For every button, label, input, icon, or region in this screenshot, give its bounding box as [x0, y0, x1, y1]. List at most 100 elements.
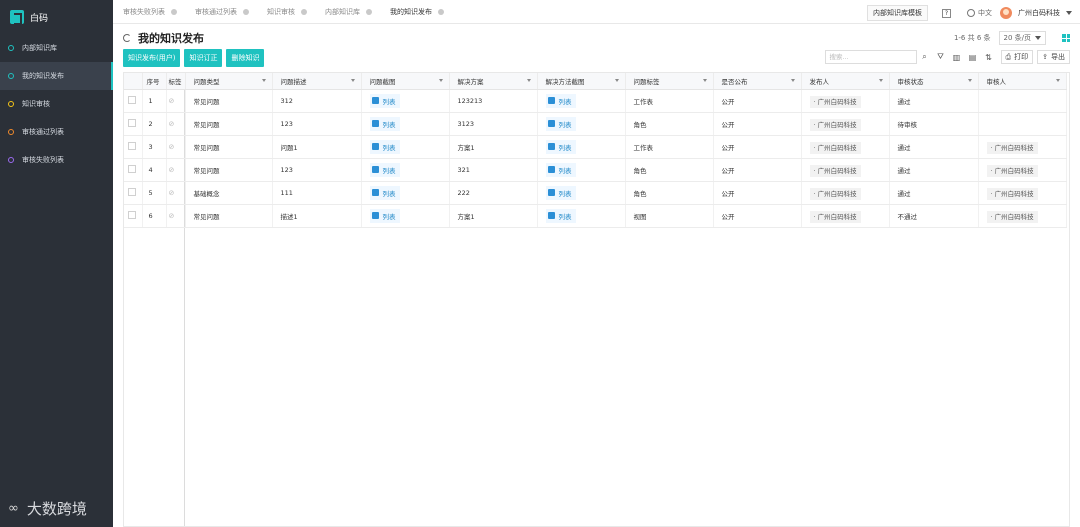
sidebar-item-4[interactable]: 审核失败列表	[0, 146, 113, 174]
image-list-tag[interactable]: 列表	[545, 162, 576, 177]
close-icon[interactable]	[301, 8, 307, 15]
image-list-tag[interactable]: 列表	[369, 116, 400, 131]
cell-status: 不通过	[889, 204, 979, 228]
column-header[interactable]: 问题截图	[361, 73, 450, 90]
action-button-2[interactable]: 删除知识	[226, 49, 265, 67]
paperclip-icon[interactable]: ⊘	[169, 120, 175, 128]
column-header[interactable]: 解决方法截图	[537, 73, 626, 90]
language-switch[interactable]: 中文	[967, 8, 992, 18]
paperclip-icon[interactable]: ⊘	[169, 97, 175, 105]
column-header[interactable]: 问题类型	[185, 73, 273, 90]
export-button[interactable]: ⇪ 导出	[1037, 50, 1070, 64]
close-icon[interactable]	[438, 8, 444, 15]
caret-down-icon[interactable]	[261, 79, 266, 82]
image-list-tag[interactable]: 列表	[369, 208, 400, 223]
caret-down-icon[interactable]	[438, 79, 443, 82]
sidebar-item-1[interactable]: 我的知识发布	[0, 62, 113, 90]
image-list-tag[interactable]: 列表	[369, 185, 400, 200]
caret-down-icon[interactable]	[526, 79, 531, 82]
tab-0[interactable]: 审核失败列表	[123, 7, 177, 17]
sidebar-item-0[interactable]: 内部知识库	[0, 34, 113, 62]
sidebar-item-2[interactable]: 知识审核	[0, 90, 113, 118]
image-list-tag[interactable]: 列表	[545, 116, 576, 131]
tag-label: 列表	[558, 120, 572, 129]
help-icon[interactable]: ?	[942, 8, 951, 18]
watermark-text: 大数跨境	[26, 500, 87, 518]
cell-label: 角色	[625, 158, 714, 182]
print-button[interactable]: ⎙ 打印	[1000, 50, 1034, 64]
paperclip-icon[interactable]: ⊘	[169, 143, 175, 151]
image-list-tag[interactable]: 列表	[369, 139, 400, 154]
column-header[interactable]: 审核状态	[889, 73, 979, 90]
paperclip-icon[interactable]: ⊘	[169, 212, 175, 220]
row-checkbox[interactable]	[128, 141, 136, 150]
group-icon[interactable]: ▤	[965, 50, 981, 64]
image-list-tag[interactable]: 列表	[545, 185, 576, 200]
image-list-tag[interactable]: 列表	[545, 139, 576, 154]
tab-4[interactable]: 我的知识发布	[390, 7, 444, 17]
action-button-1[interactable]: 知识订正	[184, 49, 223, 67]
brand-logo[interactable]: 白码	[0, 0, 113, 34]
caret-down-icon[interactable]	[702, 79, 707, 82]
caret-down-icon[interactable]	[350, 79, 355, 82]
tab-2[interactable]: 知识审核	[267, 7, 307, 17]
paperclip-icon[interactable]: ⊘	[169, 166, 175, 174]
cell-label: 角色	[625, 181, 714, 205]
reviewer-tag: · 广州白码科技	[986, 141, 1038, 154]
caret-down-icon[interactable]	[878, 79, 883, 82]
column-header[interactable]: 问题描述	[272, 73, 362, 90]
chart-icon[interactable]: ▥	[949, 50, 965, 64]
caret-down-icon[interactable]	[790, 79, 795, 82]
image-list-tag[interactable]: 列表	[369, 162, 400, 177]
sidebar-item-3[interactable]: 审核通过列表	[0, 118, 113, 146]
row-checkbox[interactable]	[128, 95, 136, 104]
search-input[interactable]: 搜索...	[824, 50, 917, 64]
caret-down-icon[interactable]	[1055, 79, 1060, 82]
row-checkbox[interactable]	[128, 164, 136, 173]
layout-grid-icon[interactable]	[1062, 34, 1070, 42]
table-row[interactable]: 2 ⊘ 常见问题 123 列表 3123 列表 角色 公开 · 广州白码科技 待审核	[124, 112, 1067, 136]
action-button-0[interactable]: 知识发布(用户)	[123, 49, 181, 67]
column-header[interactable]: 是否公布	[713, 73, 802, 90]
filter-icon[interactable]: ⛛	[933, 50, 949, 64]
tab-3[interactable]: 内部知识库	[325, 7, 372, 17]
sort-icon[interactable]: ⇅	[981, 50, 997, 64]
cell-status: 通过	[889, 89, 979, 113]
table-row[interactable]: 6 ⊘ 常见问题 描述1 列表 方案1 列表 视图 公开 · 广州白码科技 不通过 · 广州白码科技	[124, 204, 1067, 228]
row-checkbox[interactable]	[128, 118, 136, 127]
close-icon[interactable]	[171, 8, 177, 15]
watermark-logo-icon: ∞	[8, 501, 19, 516]
close-icon[interactable]	[366, 8, 372, 15]
column-header[interactable]: 审核人	[978, 73, 1067, 90]
cell-label: 工作表	[625, 135, 714, 159]
caret-down-icon[interactable]	[614, 79, 619, 82]
template-button[interactable]: 内部知识库模板	[867, 5, 928, 21]
avatar[interactable]	[1000, 7, 1012, 19]
page-size-select[interactable]: 20 条/页	[998, 31, 1046, 45]
table-row[interactable]: 5 ⊘ 基础概念 111 列表 222 列表 角色 公开 · 广州白码科技 通过 · 广州白码科技	[124, 181, 1067, 205]
image-icon	[371, 120, 379, 127]
table-row[interactable]: 1 ⊘ 常见问题 312 列表 123213 列表 工作表 公开 · 广州白码科技 通过	[124, 89, 1067, 113]
paperclip-icon[interactable]: ⊘	[169, 189, 175, 197]
tab-1[interactable]: 审核通过列表	[195, 7, 249, 17]
image-list-tag[interactable]: 列表	[369, 93, 400, 108]
refresh-icon[interactable]	[123, 34, 131, 42]
image-icon	[371, 97, 379, 104]
row-checkbox[interactable]	[128, 210, 136, 219]
table-row[interactable]: 3 ⊘ 常见问题 问题1 列表 方案1 列表 工作表 公开 · 广州白码科技 通过 · 广州白码科技	[124, 135, 1067, 159]
column-header[interactable]: 解决方案	[449, 73, 538, 90]
tag-label: 列表	[558, 212, 572, 221]
sidebar-item-label: 我的知识发布	[22, 72, 64, 80]
chevron-down-icon[interactable]	[1066, 11, 1072, 15]
row-checkbox[interactable]	[128, 187, 136, 196]
close-icon[interactable]	[243, 8, 249, 15]
column-header[interactable]: 问题标签	[625, 73, 714, 90]
table-row[interactable]: 4 ⊘ 常见问题 123 列表 321 列表 角色 公开 · 广州白码科技 通过 · 广州白码科技	[124, 158, 1067, 182]
caret-down-icon[interactable]	[967, 79, 972, 82]
search-icon[interactable]: ⌕	[917, 50, 933, 64]
tag-label: 列表	[558, 97, 572, 106]
image-list-tag[interactable]: 列表	[545, 93, 576, 108]
column-header[interactable]: 发布人	[801, 73, 890, 90]
image-list-tag[interactable]: 列表	[545, 208, 576, 223]
company-name[interactable]: 广州白码科技	[1018, 8, 1060, 18]
